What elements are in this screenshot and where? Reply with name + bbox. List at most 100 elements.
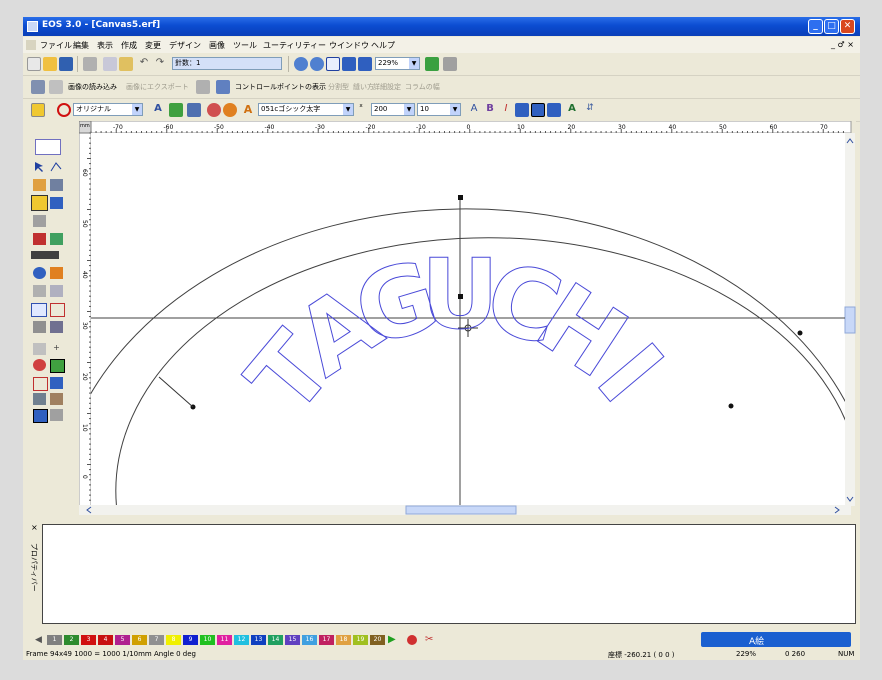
bold-icon[interactable]: B — [483, 103, 497, 117]
color-swatch[interactable]: 15 — [285, 635, 300, 645]
bar-icon[interactable] — [31, 251, 59, 259]
color-swatch[interactable]: 12 — [234, 635, 249, 645]
menu-help[interactable]: ヘルプ — [371, 40, 395, 51]
menu-modify[interactable]: 変更 — [145, 40, 161, 51]
spacing-combo[interactable]: 10 ▼ — [417, 103, 461, 116]
color-swatch[interactable]: 16 — [302, 635, 317, 645]
color-swatch[interactable]: 2 — [64, 635, 79, 645]
zoom-combo[interactable]: 229% ▼ — [375, 57, 420, 70]
close-button[interactable]: ✕ — [840, 19, 855, 34]
color-swatch[interactable]: 14 — [268, 635, 283, 645]
chevron-down-icon[interactable]: ▼ — [343, 104, 353, 115]
refresh-icon[interactable] — [425, 57, 439, 71]
color-swatch[interactable]: 7 — [149, 635, 164, 645]
menu-window[interactable]: ウインドウ — [329, 40, 369, 51]
font-a-icon[interactable]: A — [241, 103, 255, 117]
zoom-icon[interactable] — [33, 267, 46, 279]
layers-icon[interactable] — [33, 393, 46, 405]
zoom-in-icon[interactable] — [294, 57, 308, 71]
undo-icon[interactable]: ↶ — [137, 57, 151, 71]
panel-close-button[interactable]: × — [31, 523, 38, 532]
print-icon[interactable] — [83, 57, 97, 71]
menu-view[interactable]: 表示 — [97, 40, 113, 51]
app-icon[interactable] — [27, 21, 38, 32]
export-image-button[interactable]: 画像にエクスポート — [126, 82, 189, 92]
color-swatch[interactable]: 18 — [336, 635, 351, 645]
motif-icon[interactable] — [50, 321, 63, 333]
document-icon[interactable] — [26, 40, 36, 50]
color-swatch[interactable]: 19 — [353, 635, 368, 645]
control-points-icon[interactable] — [216, 80, 230, 94]
color-swatch[interactable]: 3 — [81, 635, 96, 645]
warning-icon[interactable] — [50, 267, 63, 279]
knife-icon[interactable] — [33, 233, 46, 245]
text-tool-icon[interactable] — [31, 195, 48, 211]
details-button[interactable]: 詳細設定 — [373, 82, 401, 92]
crosshair-icon[interactable]: + — [50, 343, 63, 355]
tatami-icon[interactable] — [50, 285, 63, 297]
palette-left-arrow-icon[interactable]: ◀ — [35, 635, 42, 645]
title-bar[interactable]: EOS 3.0 - [Canvas5.erf] _ □ ✕ — [23, 17, 860, 36]
copy-stitch-icon[interactable] — [50, 393, 63, 405]
complex-fill-icon[interactable] — [33, 321, 46, 333]
new-icon[interactable] — [27, 57, 41, 71]
menu-edit[interactable]: 編集 — [73, 40, 89, 51]
outline-a-icon[interactable]: A — [467, 103, 481, 117]
show-control-points-button[interactable]: コントロールポイントの表示 — [235, 82, 326, 92]
redo-icon[interactable]: ↷ — [153, 57, 167, 71]
run-icon[interactable] — [50, 303, 65, 317]
page-field[interactable]: 針数：1 — [172, 57, 282, 70]
zoom-select-icon[interactable] — [358, 57, 372, 71]
menu-file[interactable]: ファイル — [40, 40, 72, 51]
grid-icon[interactable] — [326, 57, 340, 71]
stitch-edit-icon[interactable] — [50, 233, 63, 245]
chevron-down-icon[interactable]: ▼ — [450, 104, 460, 115]
zoom-out-icon[interactable] — [310, 57, 324, 71]
import-image-button[interactable]: 画像の読み込み — [68, 82, 117, 92]
stop-icon[interactable] — [223, 103, 237, 117]
color-swatch[interactable]: 20 — [370, 635, 385, 645]
pan-icon[interactable] — [443, 57, 457, 71]
no-icon[interactable] — [57, 103, 71, 117]
stitch-button[interactable]: 縫い方 — [353, 82, 374, 92]
color-swatch[interactable]: 11 — [217, 635, 232, 645]
canvas-svg[interactable]: -70 -60 -50 -40 -30 -20 -10 0 10 20 30 40 50 60 70 60 5… — [79, 121, 856, 515]
move-icon[interactable] — [50, 179, 63, 191]
divide-button[interactable]: 分割型 — [328, 82, 349, 92]
color-swatch[interactable]: 4 — [98, 635, 113, 645]
stitch-tool-icon[interactable] — [196, 80, 210, 94]
grid-fill-icon[interactable] — [50, 377, 63, 389]
stitch-point-icon[interactable] — [33, 343, 46, 355]
chevron-down-icon[interactable]: ▼ — [132, 104, 142, 115]
align-center-icon[interactable] — [531, 103, 545, 117]
embroidery-icon[interactable] — [35, 139, 61, 155]
align-left-icon[interactable] — [515, 103, 529, 117]
column-width-button[interactable]: コラムの幅 — [405, 82, 440, 92]
rectangle-icon[interactable] — [33, 377, 48, 391]
color-swatch[interactable]: 6 — [132, 635, 147, 645]
menu-tools[interactable]: ツール — [233, 40, 257, 51]
menu-design[interactable]: デザイン — [169, 40, 201, 51]
screen-icon[interactable] — [50, 409, 63, 421]
chevron-down-icon[interactable]: ▼ — [409, 58, 419, 69]
italic-icon[interactable]: I — [499, 103, 513, 117]
paste-icon[interactable] — [119, 57, 133, 71]
color-swatch[interactable]: 17 — [319, 635, 334, 645]
satin-icon[interactable] — [33, 285, 46, 297]
open-icon[interactable] — [43, 57, 57, 71]
color-swatch[interactable]: 9 — [183, 635, 198, 645]
chevron-down-icon[interactable]: ▼ — [404, 104, 414, 115]
save-icon[interactable] — [59, 57, 73, 71]
style-select[interactable]: オリジナル ▼ — [73, 103, 143, 116]
node-icon[interactable] — [50, 359, 65, 373]
frame-icon[interactable] — [187, 103, 201, 117]
select-arrow-icon[interactable] — [33, 161, 46, 173]
copy-icon[interactable] — [103, 57, 117, 71]
align-right-icon[interactable] — [547, 103, 561, 117]
maximize-button[interactable]: □ — [824, 19, 839, 34]
kerning-icon[interactable]: ⇵ — [583, 103, 597, 117]
column-icon[interactable] — [31, 303, 47, 317]
monitor-icon[interactable] — [33, 409, 48, 423]
color-icon[interactable] — [207, 103, 221, 117]
fit-view-icon[interactable] — [342, 57, 356, 71]
